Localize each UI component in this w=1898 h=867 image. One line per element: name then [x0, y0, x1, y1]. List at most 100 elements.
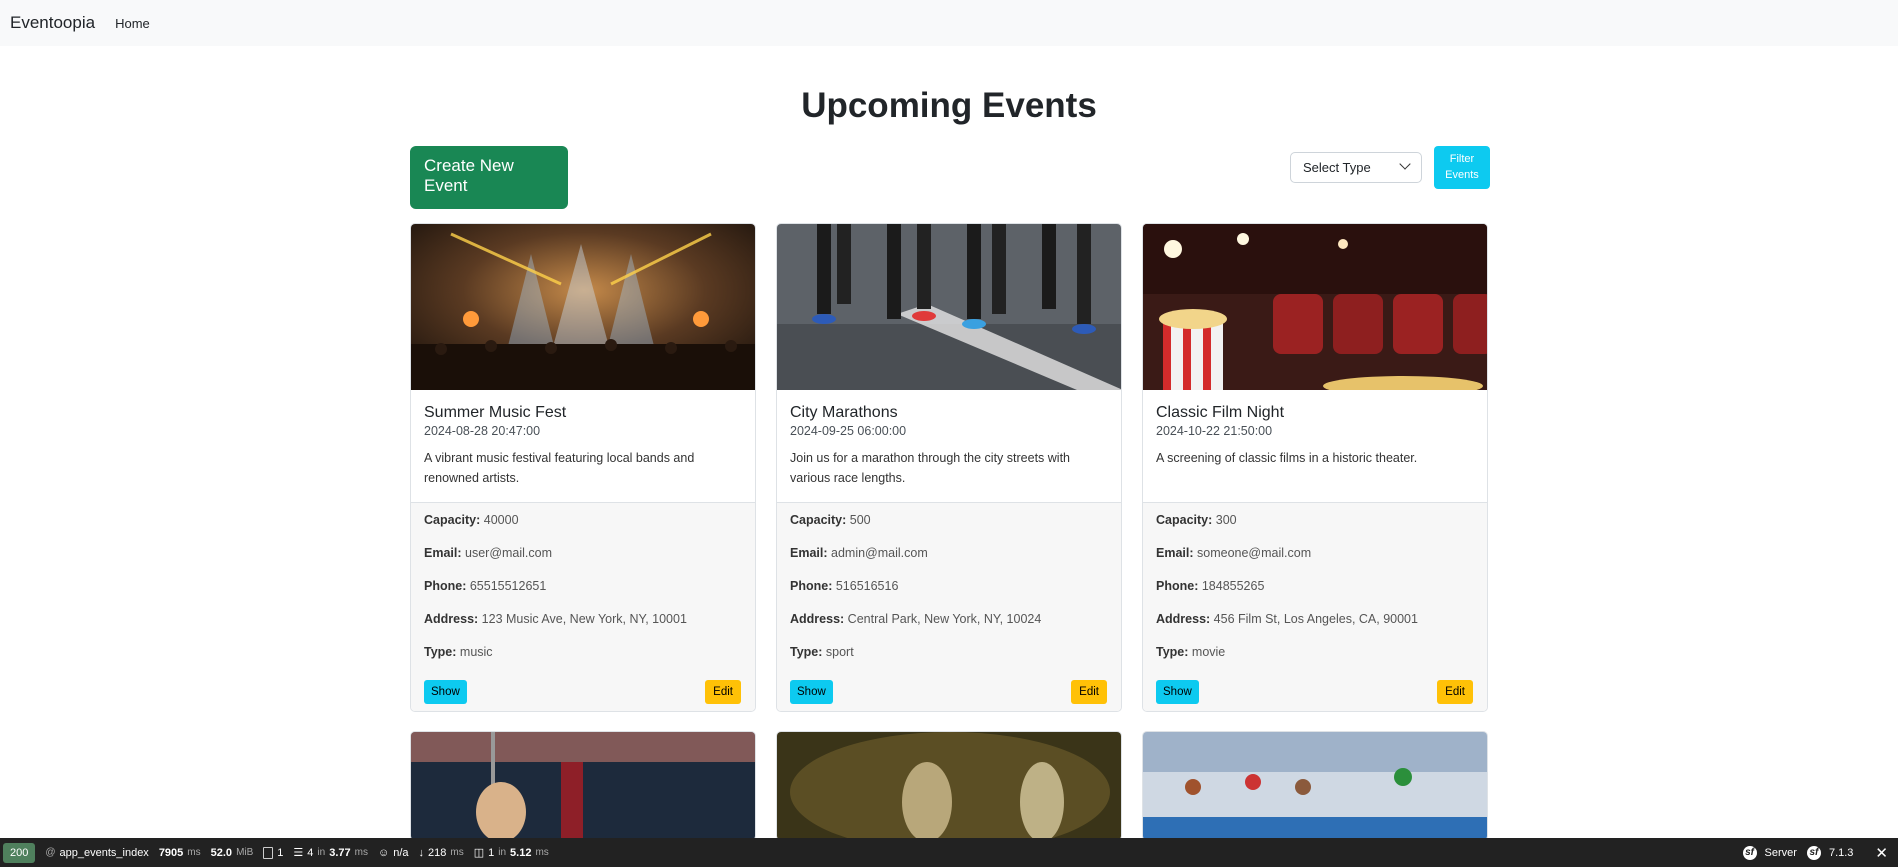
- type-row: Type: movie: [1156, 645, 1474, 678]
- twig-item[interactable]: ☰ 4 in 3.77 ms: [293, 846, 368, 860]
- user-item[interactable]: ☺ n/a: [378, 847, 409, 859]
- request-item[interactable]: 1: [263, 846, 284, 859]
- email-value: user@mail.com: [465, 546, 553, 560]
- symfony-version-icon: sf: [1806, 845, 1821, 860]
- phone-value: 516516516: [835, 579, 899, 593]
- address-row: Address: 123 Music Ave, New York, NY, 10…: [424, 612, 742, 645]
- type-row: Type: sport: [790, 645, 1108, 678]
- type-select[interactable]: Select Type: [1290, 152, 1422, 183]
- card-body: Summer Music Fest 2024-08-28 20:47:00 A …: [411, 390, 755, 503]
- event-card: [1142, 731, 1488, 841]
- route-item[interactable]: @ app_events_index: [45, 847, 148, 859]
- nav-home-link[interactable]: Home: [115, 16, 150, 31]
- event-image-theater: [411, 732, 755, 840]
- type-label: Type:: [1156, 645, 1189, 659]
- edit-button[interactable]: Edit: [705, 680, 741, 704]
- type-value: music: [459, 645, 493, 659]
- type-select-value: Select Type: [1303, 160, 1371, 175]
- email-row: Email: someone@mail.com: [1156, 546, 1474, 579]
- address-value: 456 Film St, Los Angeles, CA, 90001: [1213, 612, 1418, 626]
- memory-unit: MiB: [236, 847, 254, 858]
- event-description: A screening of classic films in a histor…: [1156, 451, 1418, 465]
- event-image-marathon: [777, 224, 1121, 390]
- type-value: sport: [825, 645, 854, 659]
- phone-label: Phone:: [424, 579, 467, 593]
- brand-link[interactable]: Eventoopia: [10, 13, 95, 33]
- event-title: Classic Film Night: [1156, 404, 1285, 421]
- version-item[interactable]: sf 7.1.3: [1806, 845, 1853, 860]
- address-row: Address: Central Park, New York, NY, 100…: [790, 612, 1108, 645]
- show-button[interactable]: Show: [1156, 680, 1199, 704]
- filter-events-button[interactable]: Filter Events: [1434, 146, 1490, 189]
- event-description: Join us for a marathon through the city …: [790, 451, 1070, 485]
- capacity-row: Capacity: 40000: [424, 513, 742, 546]
- edit-button[interactable]: Edit: [1437, 680, 1473, 704]
- phone-label: Phone:: [1156, 579, 1199, 593]
- page-title: Upcoming Events: [801, 86, 1097, 125]
- debug-toolbar: 200 @ app_events_index 7905 ms 52.0 MiB 1 ☰…: [0, 838, 1898, 867]
- address-row: Address: 456 Film St, Los Angeles, CA, 9…: [1156, 612, 1474, 645]
- email-label: Email:: [424, 546, 462, 560]
- type-row: Type: music: [424, 645, 742, 678]
- event-image-cinema: [1143, 224, 1487, 390]
- time-value: 7905: [158, 846, 184, 859]
- edit-button[interactable]: Edit: [1071, 680, 1107, 704]
- phone-value: 184855265: [1201, 579, 1265, 593]
- type-label: Type:: [790, 645, 823, 659]
- server-item[interactable]: sf Server: [1742, 845, 1797, 860]
- address-label: Address:: [790, 612, 845, 626]
- status-badge[interactable]: 200: [3, 842, 36, 863]
- phone-row: Phone: 184855265: [1156, 579, 1474, 612]
- route-name: app_events_index: [59, 846, 149, 859]
- phone-value: 65515512651: [469, 579, 547, 593]
- event-title: City Marathons: [790, 404, 898, 421]
- event-date: 2024-09-25 06:00:00: [790, 424, 907, 438]
- show-button[interactable]: Show: [790, 680, 833, 704]
- symfony-icon: sf: [1742, 845, 1757, 860]
- cache-icon: ↓: [418, 846, 425, 859]
- email-label: Email:: [1156, 546, 1194, 560]
- capacity-label: Capacity:: [424, 513, 481, 527]
- server-label: Server: [1764, 846, 1797, 859]
- close-icon[interactable]: ✕: [1875, 844, 1888, 862]
- event-image-concert: [411, 224, 755, 390]
- address-value: Central Park, New York, NY, 10024: [847, 612, 1042, 626]
- cache-time: 218: [428, 846, 447, 859]
- database-icon: ◫: [473, 847, 485, 859]
- event-date: 2024-10-22 21:50:00: [1156, 424, 1273, 438]
- document-icon: [263, 846, 274, 859]
- memory-item[interactable]: 52.0 MiB: [211, 847, 254, 859]
- type-value: movie: [1191, 645, 1226, 659]
- card-details: Capacity: 300 Email: someone@mail.com Ph…: [1143, 503, 1487, 711]
- event-card: Summer Music Fest 2024-08-28 20:47:00 A …: [410, 223, 756, 712]
- cache-item[interactable]: ↓ 218 ms: [419, 847, 464, 859]
- phone-label: Phone:: [790, 579, 833, 593]
- capacity-value: 40000: [483, 513, 519, 527]
- capacity-label: Capacity:: [790, 513, 847, 527]
- memory-value: 52.0: [210, 846, 233, 859]
- toolbar-right: sf Server sf 7.1.3 ✕: [1733, 838, 1898, 867]
- type-label: Type:: [424, 645, 457, 659]
- card-details: Capacity: 500 Email: admin@mail.com Phon…: [777, 503, 1121, 711]
- event-image-athletics: [1143, 732, 1487, 840]
- db-item[interactable]: ◫ 1 in 5.12 ms: [473, 846, 549, 860]
- time-item[interactable]: 7905 ms: [159, 847, 201, 859]
- capacity-value: 500: [849, 513, 871, 527]
- capacity-label: Capacity:: [1156, 513, 1213, 527]
- address-label: Address:: [424, 612, 479, 626]
- email-row: Email: admin@mail.com: [790, 546, 1108, 579]
- event-card: Classic Film Night 2024-10-22 21:50:00 A…: [1142, 223, 1488, 712]
- user-value: n/a: [393, 846, 409, 859]
- email-label: Email:: [790, 546, 828, 560]
- event-image-painting: [777, 732, 1121, 840]
- template-count: 4: [307, 846, 314, 859]
- show-button[interactable]: Show: [424, 680, 467, 704]
- template-time: 3.77: [329, 846, 351, 859]
- card-details: Capacity: 40000 Email: user@mail.com Pho…: [411, 503, 755, 711]
- layers-icon: ☰: [293, 847, 304, 859]
- capacity-row: Capacity: 300: [1156, 513, 1474, 546]
- request-count: 1: [277, 846, 284, 859]
- navbar: Eventoopia Home: [0, 0, 1898, 46]
- phone-row: Phone: 65515512651: [424, 579, 742, 612]
- create-event-button[interactable]: Create New Event: [410, 146, 568, 209]
